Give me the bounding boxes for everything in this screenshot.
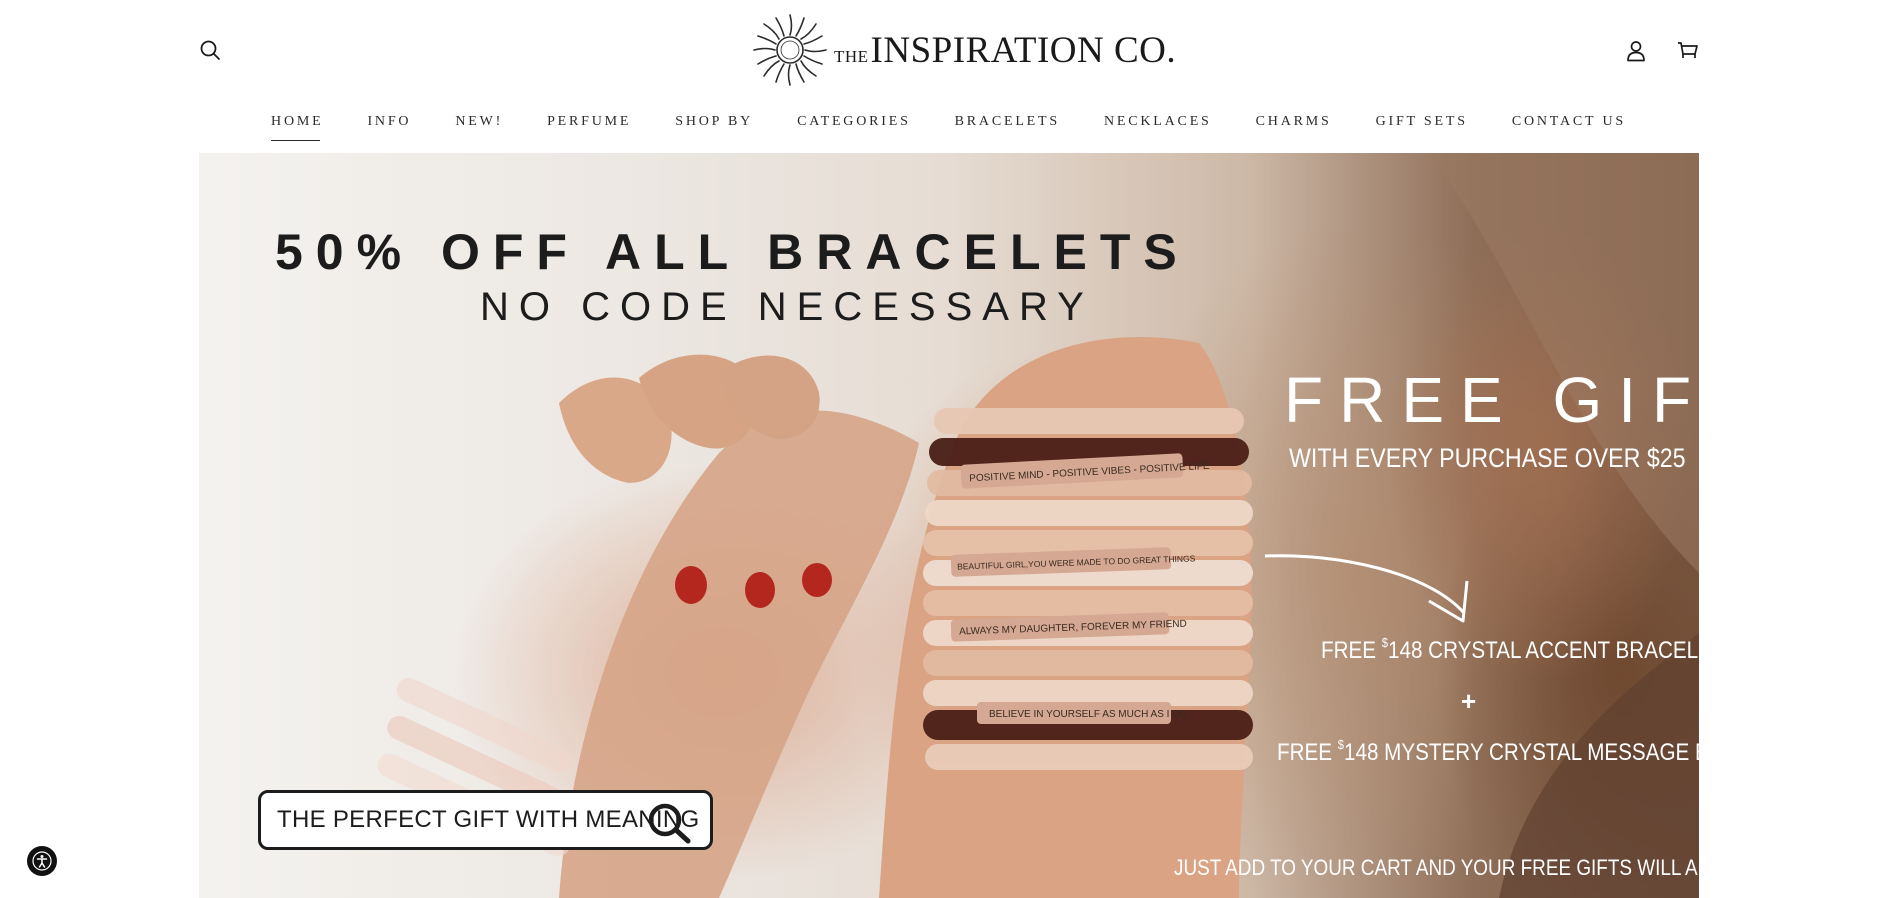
site-logo[interactable]: THE INSPIRATION CO. — [752, 12, 1176, 88]
sale-headline: 50% OFF ALL BRACELETS — [275, 224, 1190, 280]
free-gifts-subtitle: WITH EVERY PURCHASE OVER $25 — [1289, 443, 1686, 473]
hero-banner[interactable]: POSITIVE MIND - POSITIVE VIBES - POSITIV… — [199, 153, 1699, 898]
accessibility-icon — [32, 851, 52, 871]
free-gift-1-currency: $ — [1381, 635, 1389, 650]
sale-subheadline: NO CODE NECESSARY — [480, 285, 1094, 329]
free-gift-2-text: 148 MYSTERY CRYSTAL MESSAGE BRACELET — [1344, 739, 1699, 766]
nav-item-info[interactable]: INFO — [345, 110, 433, 140]
search-button[interactable] — [196, 36, 224, 64]
nav-item-shop-by[interactable]: SHOP BY — [653, 110, 775, 140]
free-gift-2-currency: $ — [1337, 737, 1345, 752]
perfect-gift-text: THE PERFECT GIFT WITH MEANING — [277, 806, 700, 833]
auto-load-note: JUST ADD TO YOUR CART AND YOUR FREE GIFT… — [1174, 855, 1699, 880]
free-gift-1: FREE $148 CRYSTAL ACCENT BRACELET — [1321, 635, 1699, 665]
free-gift-1-prefix: FREE — [1321, 637, 1382, 664]
free-gift-1-text: 148 CRYSTAL ACCENT BRACELET — [1388, 637, 1699, 664]
sun-logo-icon — [753, 14, 827, 86]
logo-the: THE — [834, 46, 869, 66]
user-icon — [1627, 41, 1645, 62]
free-gifts-title: FREE GIFTS — [1284, 364, 1699, 436]
nav-item-charms[interactable]: CHARMS — [1234, 110, 1354, 140]
nav-item-gift-sets[interactable]: GIFT SETS — [1354, 110, 1490, 140]
bracelet-message-4: BELIEVE IN YOURSELF AS MUCH AS I DO — [989, 709, 1187, 720]
plus-sign: + — [1461, 686, 1477, 716]
nav-item-bracelets[interactable]: BRACELETS — [933, 110, 1082, 140]
nav-item-perfume[interactable]: PERFUME — [525, 110, 653, 140]
accessibility-button[interactable] — [27, 846, 57, 876]
nav-item-home[interactable]: HOME — [249, 110, 345, 141]
nav-item-contact-us[interactable]: CONTACT US — [1490, 110, 1648, 140]
cart-icon — [1678, 42, 1698, 58]
search-icon — [200, 40, 220, 60]
site-header: THE INSPIRATION CO. — [0, 0, 1897, 100]
free-gift-2: FREE $148 MYSTERY CRYSTAL MESSAGE BRACEL… — [1277, 737, 1699, 767]
nav-item-categories[interactable]: CATEGORIES — [775, 110, 933, 140]
perfect-gift-search-box[interactable]: THE PERFECT GIFT WITH MEANING — [258, 790, 713, 850]
search-icon — [648, 803, 691, 844]
logo-wordmark: THE INSPIRATION CO. — [828, 29, 1176, 72]
main-nav: HOME INFO NEW! PERFUME SHOP BY CATEGORIE… — [0, 110, 1897, 141]
free-gift-2-prefix: FREE — [1277, 739, 1338, 766]
account-button[interactable] — [1622, 37, 1650, 65]
nav-item-necklaces[interactable]: NECKLACES — [1082, 110, 1234, 140]
nav-item-new[interactable]: NEW! — [433, 110, 525, 140]
logo-name: INSPIRATION CO. — [870, 29, 1177, 71]
cart-button[interactable] — [1674, 37, 1702, 65]
